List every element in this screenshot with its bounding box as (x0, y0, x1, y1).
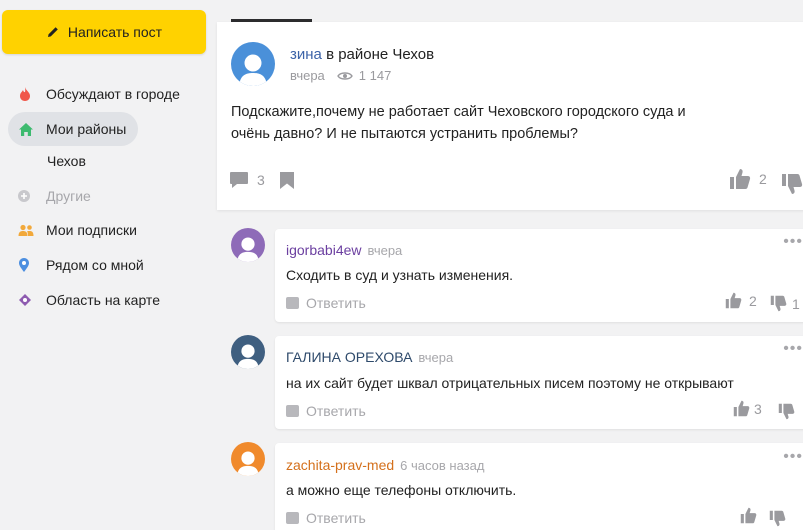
comment-like-count: 2 (749, 292, 757, 309)
sidebar-item-region-map[interactable]: Область на карте (8, 283, 160, 317)
people-icon (18, 224, 38, 237)
comment-text: на их сайт будет шквал отрицательных пис… (286, 375, 734, 391)
comment-time: 6 часов назад (400, 458, 485, 473)
thumbs-up-icon (733, 400, 750, 417)
home-icon (18, 122, 38, 137)
comment-dislike-button[interactable] (778, 403, 795, 420)
comment-header: ГАЛИНА ОРЕХОВА вчера (286, 349, 453, 365)
sidebar-item-discussed[interactable]: Обсуждают в городе (8, 77, 180, 111)
avatar-person-icon (237, 451, 259, 476)
post-like-count: 2 (759, 171, 767, 187)
avatar-person-icon (237, 344, 259, 369)
reply-icon (286, 405, 299, 417)
sidebar-item-label: Рядом со мной (46, 257, 144, 273)
sidebar: Написать пост Обсуждают в городе Мои рай… (0, 0, 215, 530)
post-comments-count: 3 (257, 172, 265, 188)
thumbs-up-icon (730, 169, 751, 189)
reply-button[interactable]: Ответить (286, 403, 366, 419)
post-text: Подскажите,почему не работает сайт Чехов… (231, 104, 686, 142)
comment-header: zachita-prav-med 6 часов назад (286, 457, 484, 473)
thumbs-up-icon (725, 292, 742, 309)
comment-dislike-button[interactable]: 1 (770, 295, 800, 312)
avatar-person-icon (239, 54, 267, 86)
post-location[interactable]: в районе Чехов (326, 46, 434, 63)
thumbs-down-icon (778, 403, 795, 420)
post-views: 1 147 (358, 68, 392, 83)
sidebar-item-others[interactable]: Другие (8, 179, 91, 213)
thumbs-up-icon (740, 507, 757, 524)
map-icon (18, 293, 38, 307)
eye-icon (336, 71, 353, 81)
post-author-name[interactable]: зина (290, 46, 322, 63)
reply-label: Ответить (306, 295, 366, 311)
flame-icon (18, 86, 38, 102)
post-meta: вчера 1 147 (290, 68, 391, 83)
thumbs-down-icon (782, 174, 803, 194)
comment-text: Сходить в суд и узнать изменения. (286, 267, 514, 283)
location-pin-icon (18, 257, 38, 273)
post-card: зина в районе Чехов вчера 1 147 Подскажи… (217, 22, 803, 210)
more-options-icon[interactable]: ••• (783, 448, 803, 466)
avatar[interactable] (231, 335, 265, 369)
more-options-icon[interactable]: ••• (783, 233, 803, 251)
sidebar-item-label: Область на карте (46, 292, 160, 308)
more-options-icon[interactable]: ••• (783, 340, 803, 358)
plus-icon (18, 190, 38, 202)
comment-like-button[interactable] (740, 507, 757, 524)
reply-icon (286, 297, 299, 309)
reply-label: Ответить (306, 403, 366, 419)
post-comments-button[interactable]: 3 (229, 171, 265, 189)
avatar[interactable] (231, 442, 265, 476)
comment-dislike-button[interactable] (769, 510, 786, 527)
comment-like-count: 3 (754, 400, 762, 417)
post-dislike-button[interactable] (781, 173, 803, 195)
reply-button[interactable]: Ответить (286, 295, 366, 311)
pencil-icon (46, 25, 60, 39)
post-author-line: зина в районе Чехов (290, 46, 434, 63)
comment-like-button[interactable]: 2 (725, 292, 757, 309)
sidebar-item-nearby[interactable]: Рядом со мной (8, 248, 144, 282)
sidebar-item-label: Мои районы (46, 121, 127, 137)
comment-header: igorbabi4ew вчера (286, 242, 402, 258)
avatar-person-icon (237, 237, 259, 262)
thumbs-down-icon (769, 510, 786, 527)
thumbs-down-icon (770, 295, 787, 312)
sidebar-item-subscriptions[interactable]: Мои подписки (8, 213, 137, 247)
sidebar-item-label: Другие (46, 188, 91, 204)
reply-label: Ответить (306, 510, 366, 526)
avatar[interactable] (231, 42, 275, 86)
comment-card: zachita-prav-med 6 часов назад ••• а можн… (275, 443, 803, 530)
comment-author[interactable]: igorbabi4ew (286, 242, 362, 258)
sidebar-subitem-chekhov[interactable]: Чехов (47, 153, 86, 169)
bookmark-icon (280, 172, 294, 189)
comment-dislike-count: 1 (792, 295, 800, 312)
write-post-label: Написать пост (67, 24, 163, 40)
comment-author[interactable]: ГАЛИНА ОРЕХОВА (286, 349, 412, 365)
comment-card: igorbabi4ew вчера ••• Сходить в суд и узн… (275, 229, 803, 322)
comment-icon (230, 172, 248, 188)
sidebar-item-label: Мои подписки (46, 222, 137, 238)
comment-time: вчера (418, 350, 454, 365)
bookmark-button[interactable] (279, 171, 295, 190)
write-post-button[interactable]: Написать пост (2, 10, 206, 54)
comment-time: вчера (367, 243, 403, 258)
comment-text: а можно еще телефоны отключить. (286, 482, 517, 498)
sidebar-item-label: Обсуждают в городе (46, 86, 180, 102)
reply-button[interactable]: Ответить (286, 510, 366, 526)
comment-like-button[interactable]: 3 (733, 400, 762, 417)
avatar[interactable] (231, 228, 265, 262)
post-like-button[interactable]: 2 (729, 168, 767, 190)
sidebar-item-my-districts[interactable]: Мои районы (8, 112, 139, 146)
reply-icon (286, 512, 299, 524)
post-time: вчера (290, 68, 325, 83)
comment-author[interactable]: zachita-prav-med (286, 457, 394, 473)
comment-card: ГАЛИНА ОРЕХОВА вчера ••• на их сайт будет… (275, 336, 803, 429)
